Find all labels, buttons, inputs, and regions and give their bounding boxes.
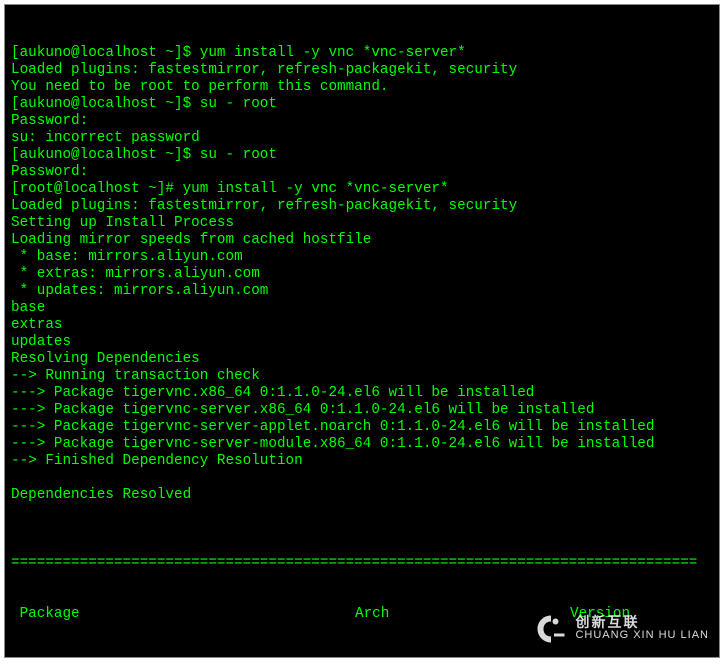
terminal-line: Password: bbox=[11, 164, 719, 181]
terminal-line: Dependencies Resolved bbox=[11, 487, 719, 504]
terminal-line bbox=[11, 504, 719, 521]
divider-line: ========================================… bbox=[11, 657, 719, 658]
terminal-line: You need to be root to perform this comm… bbox=[11, 79, 719, 96]
terminal-line: Loaded plugins: fastestmirror, refresh-p… bbox=[11, 198, 719, 215]
terminal-line: ---> Package tigervnc-server.x86_64 0:1.… bbox=[11, 402, 719, 419]
terminal-line: * updates: mirrors.aliyun.com bbox=[11, 283, 719, 300]
terminal-line: * base: mirrors.aliyun.com bbox=[11, 249, 719, 266]
terminal-line: ---> Package tigervnc-server-module.x86_… bbox=[11, 436, 719, 453]
terminal-line bbox=[11, 470, 719, 487]
terminal-line: [root@localhost ~]# yum install -y vnc *… bbox=[11, 181, 719, 198]
terminal-line: Setting up Install Process bbox=[11, 215, 719, 232]
divider-line: ========================================… bbox=[11, 555, 719, 572]
terminal-line: ---> Package tigervnc.x86_64 0:1.1.0-24.… bbox=[11, 385, 719, 402]
terminal-line: * extras: mirrors.aliyun.com bbox=[11, 266, 719, 283]
col-header-package: Package bbox=[11, 606, 355, 623]
terminal-line: Loaded plugins: fastestmirror, refresh-p… bbox=[11, 62, 719, 79]
terminal-line: --> Finished Dependency Resolution bbox=[11, 453, 719, 470]
watermark: 创新互联 CHUANG XIN HU LIAN bbox=[533, 611, 709, 647]
terminal-line: Loading mirror speeds from cached hostfi… bbox=[11, 232, 719, 249]
terminal-line: [aukuno@localhost ~]$ su - root bbox=[11, 96, 719, 113]
terminal-line: extras bbox=[11, 317, 719, 334]
watermark-text-cn: 创新互联 bbox=[575, 616, 709, 629]
terminal-line: base bbox=[11, 300, 719, 317]
terminal-line: Resolving Dependencies bbox=[11, 351, 719, 368]
terminal-line: --> Running transaction check bbox=[11, 368, 719, 385]
watermark-logo-icon bbox=[533, 611, 569, 647]
watermark-text-en: CHUANG XIN HU LIAN bbox=[575, 629, 709, 642]
terminal-line: [aukuno@localhost ~]$ su - root bbox=[11, 147, 719, 164]
terminal-window[interactable]: [aukuno@localhost ~]$ yum install -y vnc… bbox=[4, 4, 720, 658]
terminal-line: updates bbox=[11, 334, 719, 351]
terminal-line: ---> Package tigervnc-server-applet.noar… bbox=[11, 419, 719, 436]
terminal-line: [aukuno@localhost ~]$ yum install -y vnc… bbox=[11, 45, 719, 62]
terminal-line: su: incorrect password bbox=[11, 130, 719, 147]
terminal-line: Password: bbox=[11, 113, 719, 130]
terminal-output: [aukuno@localhost ~]$ yum install -y vnc… bbox=[11, 45, 719, 521]
